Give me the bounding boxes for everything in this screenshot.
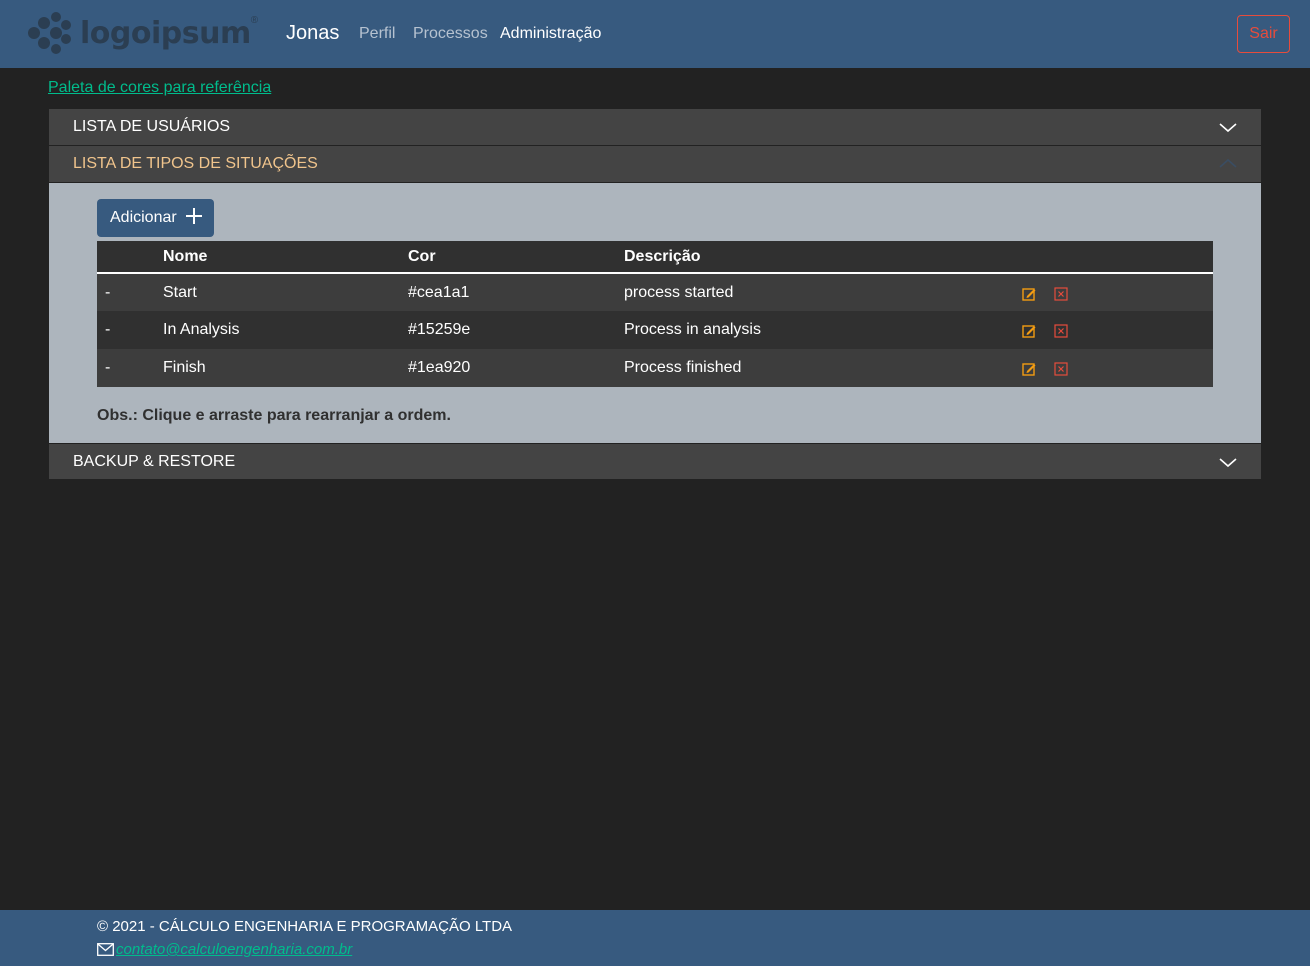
- chevron-down-icon: [1219, 458, 1237, 468]
- edit-icon[interactable]: [1022, 362, 1036, 376]
- column-header-cor: Cor: [408, 241, 624, 274]
- delete-icon[interactable]: [1054, 362, 1069, 376]
- edit-icon[interactable]: [1022, 324, 1036, 338]
- reorder-note: Obs.: Clique e arraste para rearranjar a…: [97, 407, 451, 424]
- logo-trademark: ®: [250, 15, 259, 26]
- nav-link-processos[interactable]: Processos: [413, 25, 488, 43]
- cell-actions: [1022, 311, 1213, 349]
- navbar: logoipsum ® Jonas Perfil Processos Admin…: [0, 0, 1310, 68]
- accordion-header-situacoes[interactable]: LISTA DE TIPOS DE SITUAÇÕES: [49, 146, 1261, 183]
- accordion-body-situacoes: Adicionar Nome Cor Descrição - Start #ce…: [49, 183, 1261, 443]
- palette-reference-link[interactable]: Paleta de cores para referência: [48, 79, 271, 97]
- logo-text: logoipsum: [80, 15, 251, 51]
- accordion-title: LISTA DE TIPOS DE SITUAÇÕES: [73, 155, 318, 172]
- accordion-header-usuarios[interactable]: LISTA DE USUÁRIOS: [49, 109, 1261, 146]
- delete-icon[interactable]: [1054, 324, 1069, 338]
- username: Jonas: [286, 22, 340, 44]
- contact-email-link[interactable]: contato@calculoengenharia.com.br: [116, 941, 352, 958]
- drag-handle[interactable]: -: [97, 311, 163, 349]
- delete-icon[interactable]: [1054, 287, 1069, 301]
- drag-handle[interactable]: -: [97, 349, 163, 387]
- cell-cor: #15259e: [408, 311, 624, 349]
- cell-descricao: process started: [624, 273, 1022, 311]
- accordion-header-backup[interactable]: BACKUP & RESTORE: [49, 443, 1261, 480]
- cell-nome: Start: [163, 273, 408, 311]
- add-button-label: Adicionar: [110, 209, 177, 226]
- envelope-icon: [97, 943, 114, 956]
- chevron-up-icon: [1219, 158, 1237, 168]
- cell-actions: [1022, 349, 1213, 387]
- accordion-title: LISTA DE USUÁRIOS: [73, 118, 231, 135]
- column-header-descricao: Descrição: [624, 241, 1022, 274]
- footer: © 2021 - CÁLCULO ENGENHARIA E PROGRAMAÇÃ…: [0, 910, 1310, 966]
- table-header-row: Nome Cor Descrição: [97, 241, 1213, 274]
- cell-descricao: Process in analysis: [624, 311, 1022, 349]
- chevron-down-icon: [1219, 123, 1237, 133]
- plus-icon: [185, 206, 203, 230]
- edit-icon[interactable]: [1022, 287, 1036, 301]
- column-header-drag: [97, 241, 163, 274]
- logout-button[interactable]: Sair: [1237, 15, 1290, 53]
- nav-link-administracao[interactable]: Administração: [500, 25, 601, 43]
- add-situation-button[interactable]: Adicionar: [97, 199, 214, 237]
- admin-accordion: LISTA DE USUÁRIOS LISTA DE TIPOS DE SITU…: [49, 109, 1261, 480]
- contact-row: contato@calculoengenharia.com.br: [97, 941, 352, 958]
- accordion-title: BACKUP & RESTORE: [73, 452, 236, 470]
- cell-actions: [1022, 273, 1213, 311]
- cell-cor: #cea1a1: [408, 273, 624, 311]
- table-row[interactable]: - Finish #1ea920 Process finished: [97, 349, 1213, 387]
- drag-handle[interactable]: -: [97, 273, 163, 311]
- cell-cor: #1ea920: [408, 349, 624, 387]
- table-row[interactable]: - Start #cea1a1 process started: [97, 273, 1213, 311]
- logo[interactable]: logoipsum ®: [26, 11, 258, 55]
- column-header-actions: [1022, 241, 1213, 274]
- situations-table: Nome Cor Descrição - Start #cea1a1 proce…: [97, 241, 1213, 387]
- logo-mark-icon: [28, 12, 71, 54]
- cell-descricao: Process finished: [624, 349, 1022, 387]
- copyright: © 2021 - CÁLCULO ENGENHARIA E PROGRAMAÇÃ…: [97, 918, 513, 935]
- nav-link-perfil[interactable]: Perfil: [359, 25, 395, 43]
- cell-nome: In Analysis: [163, 311, 408, 349]
- column-header-nome: Nome: [163, 241, 408, 274]
- table-row[interactable]: - In Analysis #15259e Process in analysi…: [97, 311, 1213, 349]
- cell-nome: Finish: [163, 349, 408, 387]
